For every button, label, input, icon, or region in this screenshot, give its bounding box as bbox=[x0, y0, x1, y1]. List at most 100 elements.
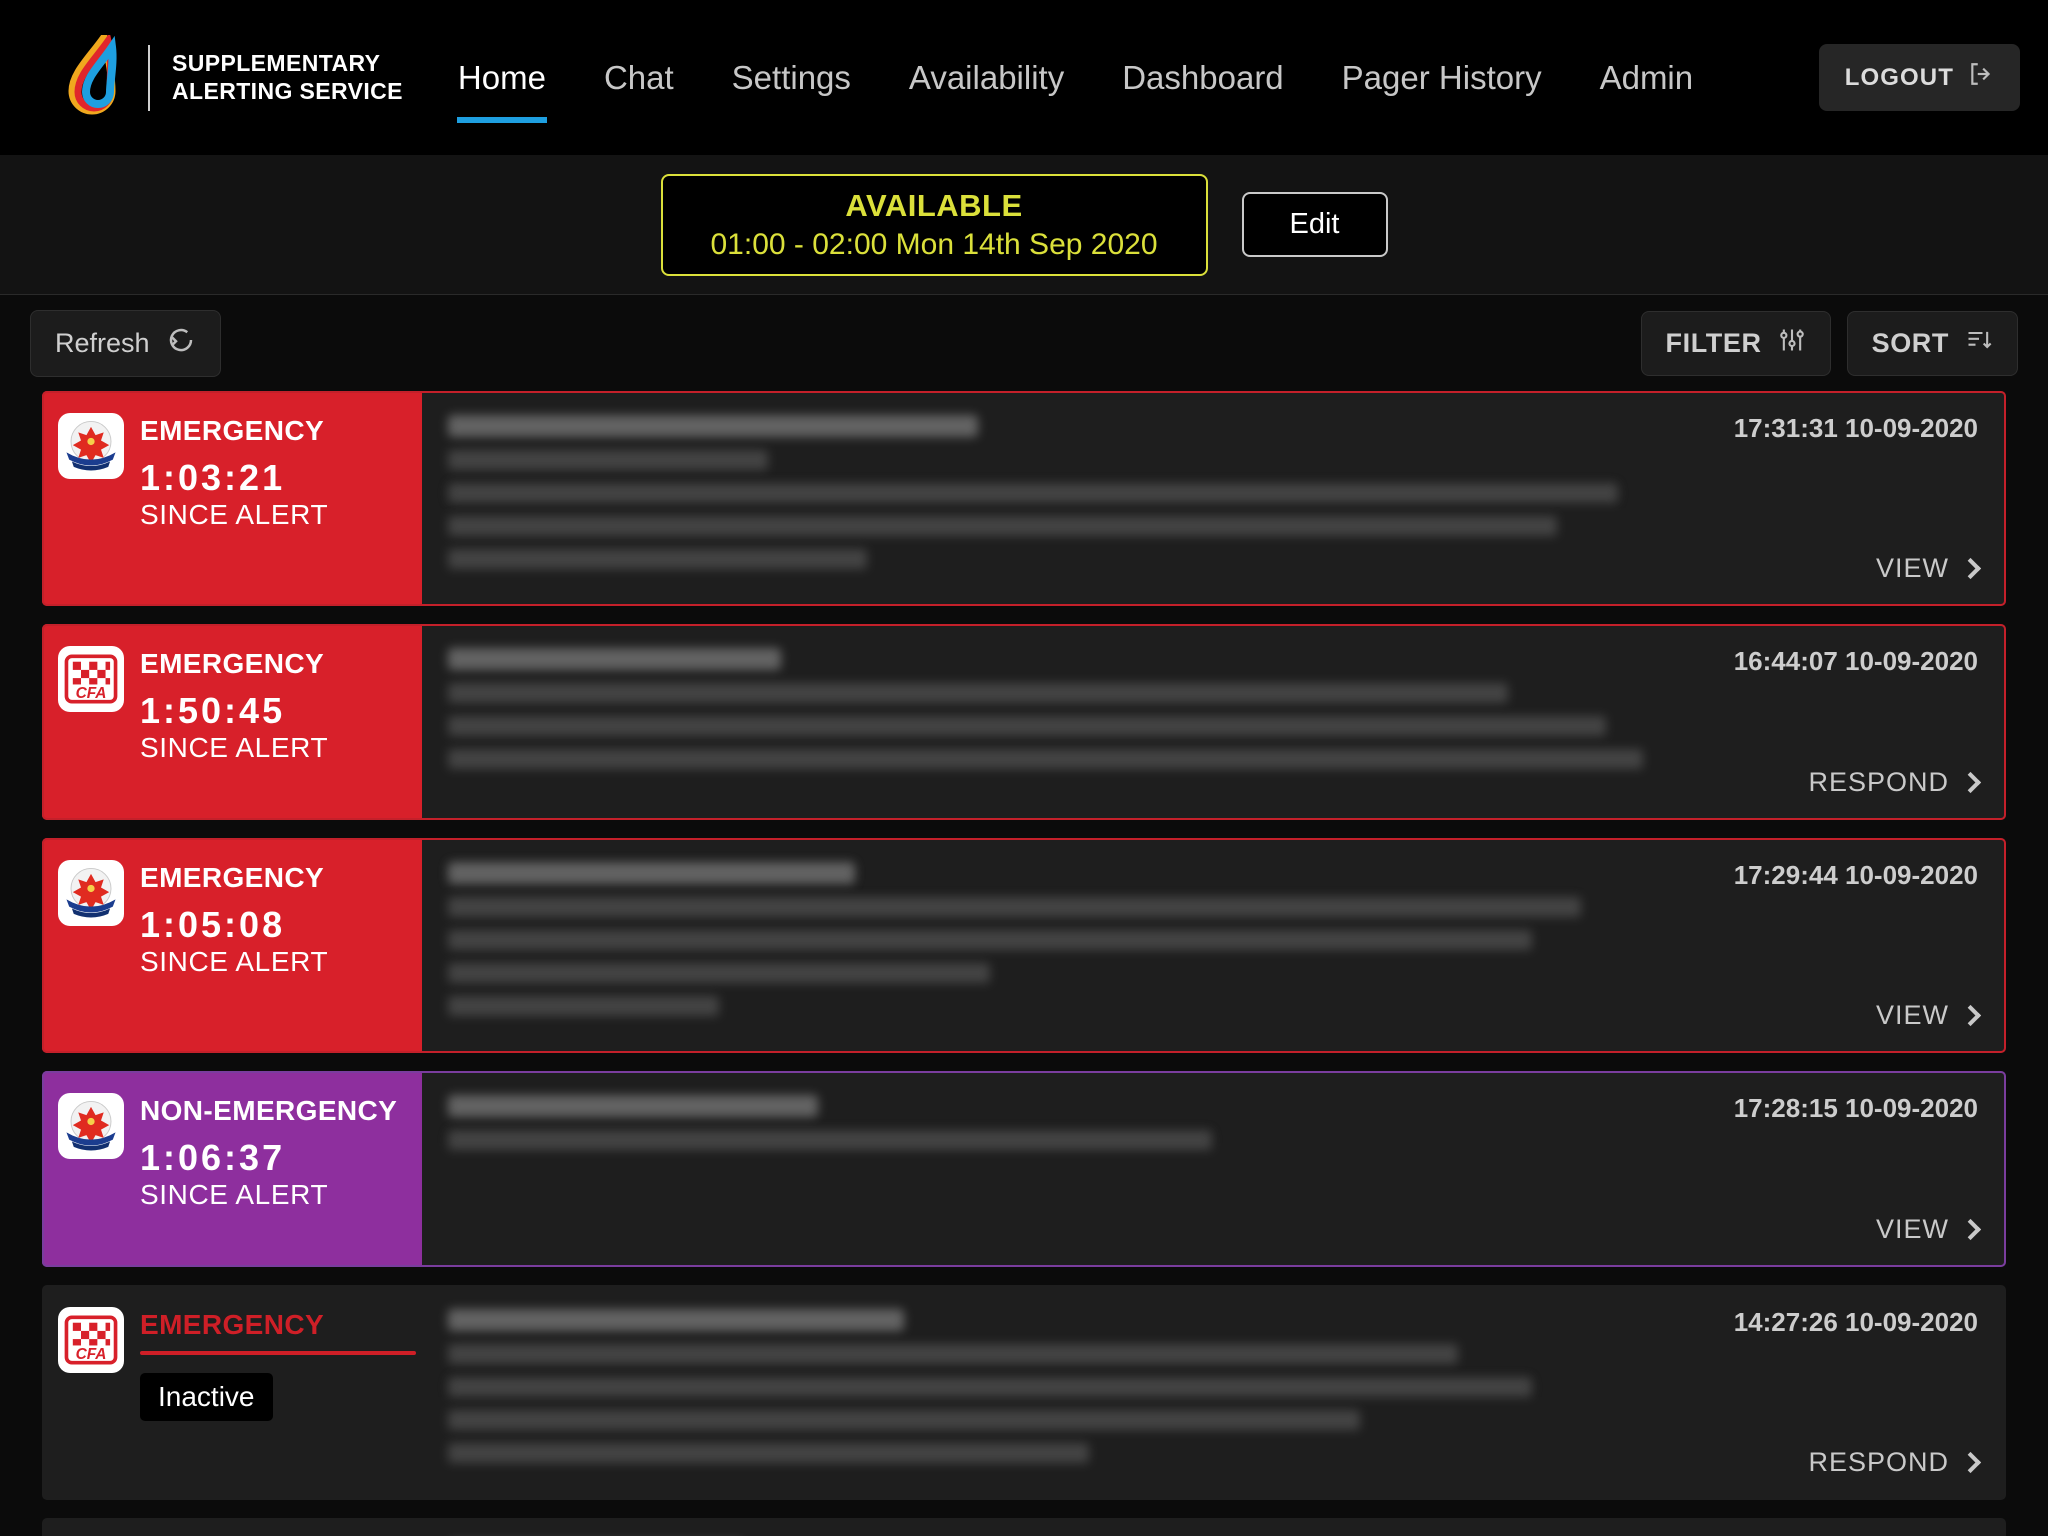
since-alert-label: SINCE ALERT bbox=[140, 732, 329, 763]
alert-card-meta: EMERGENCY Inactive bbox=[140, 1307, 416, 1421]
alert-list: EMERGENCY 1:03:21 SINCE ALERT 17:31:31 1… bbox=[0, 391, 2048, 1536]
severity-rule bbox=[140, 1351, 416, 1355]
severity-label: EMERGENCY bbox=[140, 648, 325, 679]
svg-text:CFA: CFA bbox=[76, 685, 107, 702]
sort-button[interactable]: SORT bbox=[1846, 310, 2018, 376]
severity-label: EMERGENCY bbox=[140, 415, 325, 446]
refresh-label: Refresh bbox=[55, 327, 150, 358]
alert-timer: 1:50:45 bbox=[140, 690, 286, 731]
ambulance-victoria-icon bbox=[58, 413, 124, 479]
alert-message-body bbox=[422, 624, 1706, 820]
since-alert-label: SINCE ALERT bbox=[140, 946, 329, 977]
alert-card-right: 17:29:44 10-09-2020 VIEW bbox=[1706, 838, 2006, 1053]
since-alert-label: SINCE ALERT bbox=[140, 499, 329, 530]
alert-card-right: 17:31:31 10-09-2020 VIEW bbox=[1706, 391, 2006, 606]
alert-card-left: EMERGENCY 1:05:08 SINCE ALERT bbox=[42, 838, 422, 1053]
since-alert-label: SINCE ALERT bbox=[140, 1179, 329, 1210]
alert-card-right: 12:13:48 10-09-2020 RESPOND bbox=[1706, 1518, 2006, 1536]
availability-bar: AVAILABLE 01:00 - 02:00 Mon 14th Sep 202… bbox=[0, 155, 2048, 295]
severity-label: EMERGENCY bbox=[140, 862, 325, 893]
nav-item-pager-history[interactable]: Pager History bbox=[1313, 0, 1571, 155]
nav-item-admin[interactable]: Admin bbox=[1571, 0, 1723, 155]
alert-message-body bbox=[422, 1071, 1706, 1267]
alert-action-label: RESPOND bbox=[1808, 767, 1949, 797]
alert-card[interactable]: CFA EMERGENCY 1:50:45 SINCE ALERT 16:44:… bbox=[42, 624, 2006, 820]
alert-card-meta: NON-EMERGENCY 1:06:37 SINCE ALERT bbox=[140, 1093, 397, 1211]
alert-action-button[interactable]: VIEW bbox=[1875, 553, 1982, 584]
chevron-right-icon bbox=[1959, 771, 1982, 794]
alert-timer: 1:03:21 bbox=[140, 457, 286, 498]
alert-message-body bbox=[422, 1518, 1706, 1536]
alert-card[interactable]: CFA EMERGENCY Inactive 14:27:26 10-09-20… bbox=[42, 1285, 2006, 1500]
chevron-right-icon bbox=[1959, 1451, 1982, 1474]
logout-button[interactable]: LOGOUT bbox=[1818, 44, 2020, 111]
brand: SUPPLEMENTARY ALERTING SERVICE bbox=[60, 27, 403, 121]
cfa-icon: CFA bbox=[58, 646, 124, 712]
alert-action-label: VIEW bbox=[1875, 1214, 1949, 1244]
alert-timestamp: 16:44:07 10-09-2020 bbox=[1733, 646, 1978, 676]
alert-action-button[interactable]: RESPOND bbox=[1808, 767, 1982, 798]
alert-action-button[interactable]: VIEW bbox=[1875, 1214, 1982, 1245]
alert-message-body bbox=[422, 838, 1706, 1053]
alert-card[interactable]: SES NON-EMERGENCY Inactive 12:13:48 10-0… bbox=[42, 1518, 2006, 1536]
filter-button[interactable]: FILTER bbox=[1640, 310, 1831, 376]
alert-card[interactable]: NON-EMERGENCY 1:06:37 SINCE ALERT 17:28:… bbox=[42, 1071, 2006, 1267]
alert-card-meta: EMERGENCY 1:05:08 SINCE ALERT bbox=[140, 860, 328, 978]
sign-out-icon bbox=[1968, 61, 1994, 94]
alert-card-right: 14:27:26 10-09-2020 RESPOND bbox=[1706, 1285, 2006, 1500]
alert-action-button[interactable]: RESPOND bbox=[1808, 1447, 1982, 1478]
top-navigation-bar: SUPPLEMENTARY ALERTING SERVICE Home Chat… bbox=[0, 0, 2048, 155]
alert-timestamp: 17:29:44 10-09-2020 bbox=[1733, 860, 1978, 890]
alert-timer: 1:06:37 bbox=[140, 1137, 286, 1178]
nav-item-dashboard[interactable]: Dashboard bbox=[1093, 0, 1312, 155]
alert-card-left: CFA EMERGENCY 1:50:45 SINCE ALERT bbox=[42, 624, 422, 820]
alert-card-meta: EMERGENCY 1:50:45 SINCE ALERT bbox=[140, 646, 328, 764]
logout-label: LOGOUT bbox=[1844, 63, 1954, 91]
nav-item-settings[interactable]: Settings bbox=[703, 0, 880, 155]
refresh-icon bbox=[166, 325, 196, 362]
chevron-right-icon bbox=[1959, 1218, 1982, 1241]
severity-label: NON-EMERGENCY bbox=[140, 1095, 398, 1126]
cfa-icon: CFA bbox=[58, 1307, 124, 1373]
availability-status: AVAILABLE bbox=[845, 187, 1023, 223]
alert-action-label: RESPOND bbox=[1808, 1447, 1949, 1477]
alert-action-label: VIEW bbox=[1875, 1000, 1949, 1030]
alert-card-right: 17:28:15 10-09-2020 VIEW bbox=[1706, 1071, 2006, 1267]
sliders-icon bbox=[1778, 326, 1806, 361]
refresh-button[interactable]: Refresh bbox=[30, 309, 221, 377]
nav-item-home[interactable]: Home bbox=[429, 0, 575, 155]
chevron-right-icon bbox=[1959, 1004, 1982, 1027]
chevron-right-icon bbox=[1959, 557, 1982, 580]
brand-title: SUPPLEMENTARY ALERTING SERVICE bbox=[172, 50, 403, 104]
svg-text:CFA: CFA bbox=[76, 1346, 107, 1363]
sort-descending-icon bbox=[1965, 326, 1993, 361]
alert-timestamp: 17:28:15 10-09-2020 bbox=[1733, 1093, 1978, 1123]
alert-card-left: EMERGENCY 1:03:21 SINCE ALERT bbox=[42, 391, 422, 606]
alert-message-body bbox=[422, 391, 1706, 606]
list-toolbar: Refresh FILTER SORT bbox=[0, 295, 2048, 391]
alert-message-body bbox=[422, 1285, 1706, 1500]
edit-availability-button[interactable]: Edit bbox=[1241, 192, 1388, 257]
alert-card-left: SES NON-EMERGENCY Inactive bbox=[42, 1518, 422, 1536]
alert-card-left: NON-EMERGENCY 1:06:37 SINCE ALERT bbox=[42, 1071, 422, 1267]
alert-action-label: VIEW bbox=[1875, 553, 1949, 583]
alert-card[interactable]: EMERGENCY 1:05:08 SINCE ALERT 17:29:44 1… bbox=[42, 838, 2006, 1053]
brand-title-line1: SUPPLEMENTARY bbox=[172, 50, 381, 77]
filter-label: FILTER bbox=[1665, 327, 1762, 358]
sort-label: SORT bbox=[1871, 327, 1949, 358]
nav-item-availability[interactable]: Availability bbox=[880, 0, 1093, 155]
alert-card-left: CFA EMERGENCY Inactive bbox=[42, 1285, 422, 1500]
flame-droplet-logo-icon bbox=[60, 27, 122, 121]
alert-action-button[interactable]: VIEW bbox=[1875, 1000, 1982, 1031]
ambulance-victoria-icon bbox=[58, 1093, 124, 1159]
nav-item-chat[interactable]: Chat bbox=[575, 0, 703, 155]
alert-card[interactable]: EMERGENCY 1:03:21 SINCE ALERT 17:31:31 1… bbox=[42, 391, 2006, 606]
ambulance-victoria-icon bbox=[58, 860, 124, 926]
toolbar-right-group: FILTER SORT bbox=[1640, 310, 2018, 376]
availability-status-box[interactable]: AVAILABLE 01:00 - 02:00 Mon 14th Sep 202… bbox=[660, 173, 1208, 276]
alert-card-meta: EMERGENCY 1:03:21 SINCE ALERT bbox=[140, 413, 328, 531]
brand-title-line2: ALERTING SERVICE bbox=[172, 77, 403, 104]
availability-time-range: 01:00 - 02:00 Mon 14th Sep 2020 bbox=[710, 227, 1158, 261]
alert-card-right: 16:44:07 10-09-2020 RESPOND bbox=[1706, 624, 2006, 820]
alert-timer: 1:05:08 bbox=[140, 904, 286, 945]
